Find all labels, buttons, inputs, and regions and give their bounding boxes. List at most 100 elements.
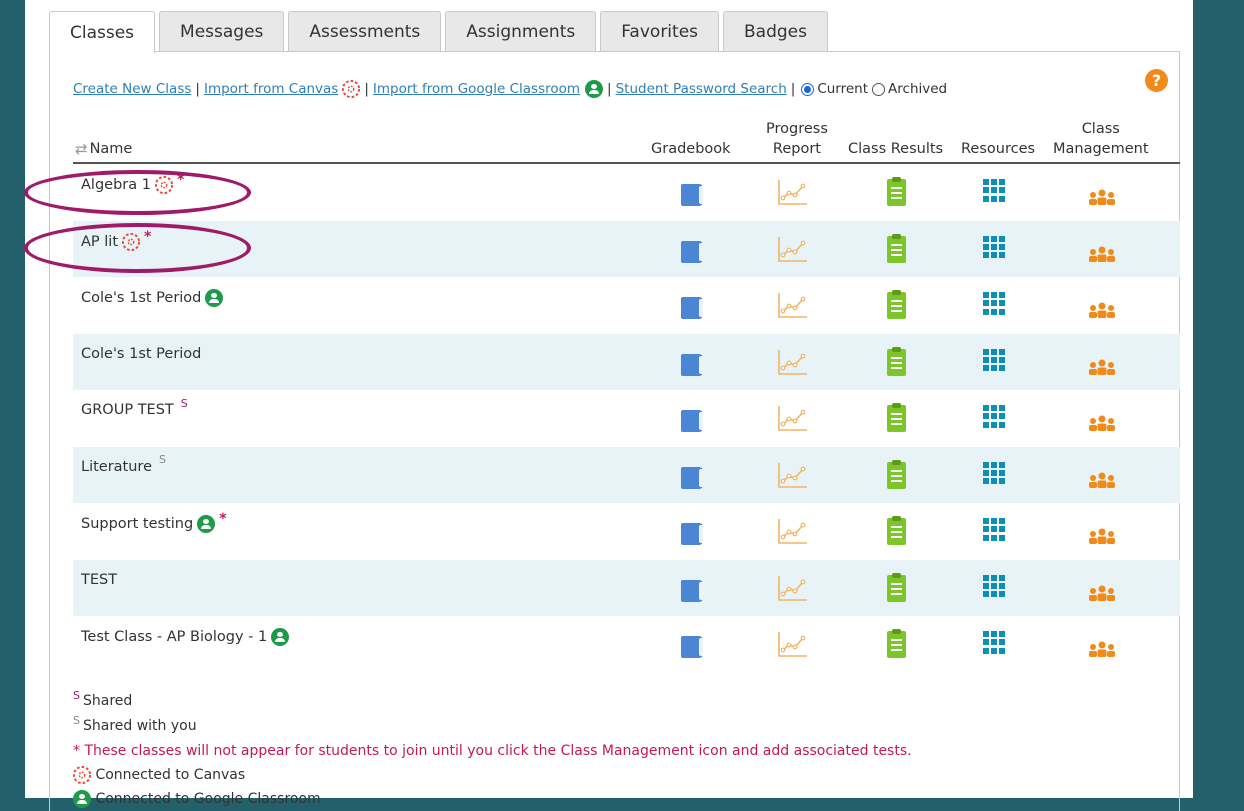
google-classroom-icon: [73, 790, 91, 808]
table-row: GROUP TEST S: [73, 390, 1180, 447]
table-row: AP lit *: [73, 220, 1180, 277]
legend-google: Connected to Google Classroom: [73, 787, 912, 811]
class-management-icon[interactable]: [1087, 640, 1117, 658]
progress-report-icon[interactable]: [777, 517, 809, 545]
class-results-icon[interactable]: [887, 629, 906, 658]
class-name-cell[interactable]: AP lit *: [81, 229, 151, 251]
shared-label: Shared: [82, 693, 133, 709]
class-name[interactable]: Test Class - AP Biology - 1: [81, 629, 267, 645]
class-management-icon[interactable]: [1087, 414, 1117, 432]
tab-badges[interactable]: Badges: [723, 11, 828, 52]
archived-radio[interactable]: [872, 82, 886, 96]
class-results-icon[interactable]: [887, 516, 906, 545]
class-management-icon[interactable]: [1087, 188, 1117, 206]
gradebook-icon[interactable]: [681, 466, 703, 489]
class-management-icon[interactable]: [1087, 245, 1117, 263]
gradebook-icon[interactable]: [681, 636, 703, 658]
shared-marker: S: [180, 396, 188, 410]
tab-assessments[interactable]: Assessments: [288, 11, 442, 52]
progress-report-icon[interactable]: [777, 348, 809, 376]
class-name-cell[interactable]: Algebra 1 *: [81, 172, 184, 194]
legend-shared-with: S Shared with you: [73, 714, 912, 739]
class-name[interactable]: GROUP TEST: [81, 402, 174, 418]
resources-icon[interactable]: [983, 292, 1006, 315]
gradebook-icon[interactable]: [681, 240, 703, 263]
tab-messages[interactable]: Messages: [159, 11, 285, 52]
import-canvas-link[interactable]: Import from Canvas: [204, 81, 338, 97]
tab-classes[interactable]: Classes: [49, 11, 156, 53]
progress-report-column-header: Progress Report: [766, 119, 828, 159]
class-results-icon[interactable]: [887, 346, 906, 376]
class-management-icon[interactable]: [1087, 301, 1117, 319]
current-radio[interactable]: [801, 82, 815, 96]
progress-report-icon[interactable]: [777, 630, 809, 658]
class-name[interactable]: Cole's 1st Period: [81, 346, 201, 362]
archived-label: Archived: [888, 81, 948, 97]
google-legend-label: Connected to Google Classroom: [95, 791, 321, 807]
import-google-link[interactable]: Import from Google Classroom: [373, 81, 580, 97]
class-name[interactable]: AP lit: [81, 234, 118, 250]
class-name-cell[interactable]: Cole's 1st Period: [81, 289, 224, 307]
class-results-icon[interactable]: [887, 233, 906, 263]
resources-icon[interactable]: [983, 461, 1006, 485]
gradebook-icon[interactable]: [681, 579, 703, 602]
shared-with-label: Shared with you: [82, 718, 197, 734]
class-name[interactable]: Algebra 1: [81, 177, 151, 193]
progress-report-icon[interactable]: [777, 291, 809, 319]
resources-icon[interactable]: [983, 631, 1006, 654]
class-management-icon[interactable]: [1087, 471, 1117, 489]
gradebook-icon[interactable]: [681, 184, 703, 206]
class-results-icon[interactable]: [887, 459, 906, 489]
class-results-icon[interactable]: [887, 177, 906, 206]
class-name-cell[interactable]: GROUP TEST S: [81, 397, 188, 419]
google-classroom-icon: [197, 515, 216, 533]
tab-favorites[interactable]: Favorites: [600, 11, 720, 52]
class-name-cell[interactable]: Support testing *: [81, 511, 227, 533]
progress-report-icon[interactable]: [777, 178, 809, 206]
progress-report-icon[interactable]: [777, 461, 809, 489]
shared-with-mark: S: [73, 714, 80, 727]
google-classroom-icon: [205, 289, 224, 307]
class-name[interactable]: Cole's 1st Period: [81, 290, 201, 306]
resources-icon[interactable]: [983, 348, 1006, 372]
gradebook-icon[interactable]: [681, 297, 703, 319]
help-icon[interactable]: ?: [1145, 69, 1168, 92]
student-password-search-link[interactable]: Student Password Search: [616, 81, 787, 97]
separator: |: [607, 81, 612, 97]
class-name[interactable]: TEST: [81, 572, 117, 588]
resources-icon[interactable]: [983, 518, 1006, 541]
class-name-cell[interactable]: Test Class - AP Biology - 1: [81, 628, 290, 646]
class-management-icon[interactable]: [1087, 527, 1117, 545]
gradebook-icon[interactable]: [681, 410, 703, 432]
name-column-header[interactable]: ⇄ Name: [75, 139, 132, 159]
class-name-cell[interactable]: Literature S: [81, 453, 166, 475]
class-results-icon[interactable]: [887, 403, 906, 432]
progress-report-icon[interactable]: [777, 235, 809, 263]
resources-icon[interactable]: [983, 235, 1006, 259]
table-row: Cole's 1st Period: [73, 277, 1180, 334]
class-name-cell[interactable]: TEST: [81, 572, 117, 588]
legend-star-note: * These classes will not appear for stud…: [73, 743, 912, 759]
create-class-link[interactable]: Create New Class: [73, 81, 191, 97]
shared-with-you-marker: S: [159, 453, 166, 466]
class-results-icon[interactable]: [887, 572, 906, 602]
progress-report-icon[interactable]: [777, 404, 809, 432]
gradebook-icon[interactable]: [681, 523, 703, 545]
resources-icon[interactable]: [983, 574, 1006, 598]
class-management-icon[interactable]: [1087, 584, 1117, 602]
progress-report-icon[interactable]: [777, 574, 809, 602]
mgmt-header-line2: Management: [1053, 141, 1149, 157]
class-name[interactable]: Support testing: [81, 516, 193, 532]
gradebook-icon[interactable]: [681, 353, 703, 376]
canvas-icon: [122, 232, 141, 251]
sort-icon[interactable]: ⇄: [75, 139, 88, 159]
tab-assignments[interactable]: Assignments: [445, 11, 597, 52]
class-name-cell[interactable]: Cole's 1st Period: [81, 346, 201, 362]
progress-header-line2: Report: [772, 141, 821, 157]
needs-tests-marker: *: [144, 228, 152, 245]
class-results-icon[interactable]: [887, 290, 906, 319]
class-management-icon[interactable]: [1087, 358, 1117, 376]
class-name[interactable]: Literature: [81, 459, 152, 475]
resources-icon[interactable]: [983, 405, 1006, 428]
resources-icon[interactable]: [983, 179, 1006, 202]
